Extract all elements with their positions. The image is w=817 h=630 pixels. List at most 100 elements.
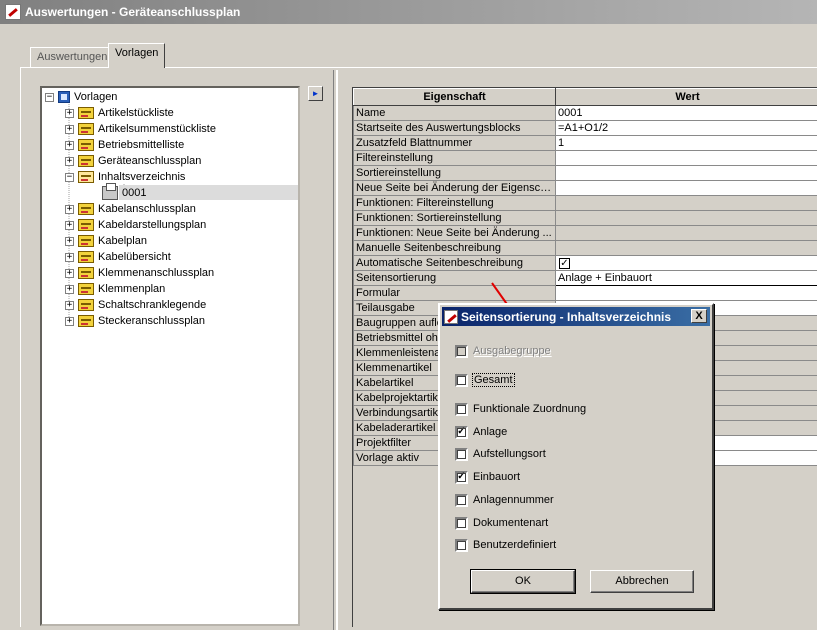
tree-root[interactable]: − Vorlagen — [45, 89, 117, 105]
expand-icon[interactable]: + — [65, 221, 74, 230]
table-row[interactable]: Manuelle Seitenbeschreibung — [354, 241, 817, 256]
table-row[interactable]: Funktionen: Neue Seite bei Änderung ... — [354, 226, 817, 241]
property-value[interactable] — [556, 166, 817, 181]
tree-item-schaltschranklegende[interactable]: + Schaltschranklegende — [65, 297, 206, 313]
tree-item-label: Schaltschranklegende — [98, 299, 206, 311]
table-row[interactable]: SeitensortierungAnlage + Einbauort — [354, 271, 817, 286]
table-row[interactable]: Neue Seite bei Änderung der Eigenschaft — [354, 181, 817, 196]
table-row[interactable]: Funktionen: Sortiereinstellung — [354, 211, 817, 226]
folder-icon — [58, 91, 70, 103]
tree-child-0001[interactable]: 0001 — [102, 185, 146, 201]
option-benutzerdefiniert[interactable]: Benutzerdefiniert — [455, 537, 556, 553]
expand-icon[interactable]: + — [65, 237, 74, 246]
header-wert[interactable]: Wert — [556, 89, 817, 106]
table-row[interactable]: Sortiereinstellung — [354, 166, 817, 181]
expand-icon[interactable]: + — [65, 109, 74, 118]
expand-icon[interactable]: + — [65, 157, 74, 166]
checkbox[interactable] — [455, 403, 468, 416]
template-icon — [78, 203, 94, 215]
checkbox[interactable] — [455, 539, 468, 552]
property-value[interactable] — [556, 151, 817, 166]
expand-icon[interactable]: + — [65, 301, 74, 310]
tab-vorlagen[interactable]: Vorlagen — [108, 43, 165, 68]
option-label: Gesamt — [473, 374, 514, 386]
template-icon — [78, 251, 94, 263]
property-value[interactable] — [556, 226, 817, 241]
tree-item-label: Geräteanschlussplan — [98, 155, 201, 167]
collapse-icon[interactable]: − — [45, 93, 54, 102]
checkbox[interactable] — [455, 494, 468, 507]
table-row[interactable]: Formular — [354, 286, 817, 301]
option-anlagennummer[interactable]: Anlagennummer — [455, 492, 554, 508]
play-arrow-button[interactable]: ► — [308, 86, 323, 101]
window-title-bar[interactable]: Auswertungen - Geräteanschlussplan — [0, 0, 817, 24]
template-tree[interactable]: − Vorlagen + Artikelstückliste + Artikel… — [40, 86, 300, 626]
expand-icon[interactable]: + — [65, 285, 74, 294]
table-row[interactable]: Zusatzfeld Blattnummer1 — [354, 136, 817, 151]
option-label: Dokumentenart — [473, 517, 548, 529]
tree-item-kabeluebersicht[interactable]: + Kabelübersicht — [65, 249, 171, 265]
tree-item-inhaltsverzeichnis[interactable]: − Inhaltsverzeichnis — [65, 169, 185, 185]
tree-item-klemmenanschlussplan[interactable]: + Klemmenanschlussplan — [65, 265, 214, 281]
option-einbauort[interactable]: ✓ Einbauort — [455, 469, 520, 485]
tree-item-label: Klemmenplan — [98, 283, 165, 295]
tree-item-kabelplan[interactable]: + Kabelplan — [65, 233, 147, 249]
option-gesamt[interactable]: Gesamt — [455, 372, 514, 388]
tree-item-steckeranschlussplan[interactable]: + Steckeranschlussplan — [65, 313, 205, 329]
table-row[interactable]: Funktionen: Filtereinstellung — [354, 196, 817, 211]
expand-icon[interactable]: + — [65, 253, 74, 262]
option-aufstellungsort[interactable]: Aufstellungsort — [455, 446, 546, 462]
property-value[interactable] — [556, 241, 817, 256]
property-value[interactable]: 0001 — [556, 106, 817, 121]
tree-item-betriebsmittelliste[interactable]: + Betriebsmittelliste — [65, 137, 184, 153]
option-funktionale-zuordnung[interactable]: Funktionale Zuordnung — [455, 401, 586, 417]
tree-item-geraeteanschlussplan[interactable]: + Geräteanschlussplan — [65, 153, 201, 169]
table-row[interactable]: Filtereinstellung — [354, 151, 817, 166]
tree-item-kabeldarstellungsplan[interactable]: + Kabeldarstellungsplan — [65, 217, 206, 233]
expand-icon[interactable]: + — [65, 125, 74, 134]
tree-item-label: Inhaltsverzeichnis — [98, 171, 185, 183]
tree-item-artikelstueckliste[interactable]: + Artikelstückliste — [65, 105, 174, 121]
close-icon[interactable]: X — [691, 309, 707, 323]
tree-item-kabelanschlussplan[interactable]: + Kabelanschlussplan — [65, 201, 196, 217]
template-icon — [78, 299, 94, 311]
checkbox[interactable] — [455, 374, 468, 387]
property-value-selected[interactable]: Anlage + Einbauort — [556, 271, 817, 286]
template-icon — [78, 219, 94, 231]
dialog-title-bar[interactable]: Seitensortierung - Inhaltsverzeichnis X — [442, 307, 710, 326]
option-dokumentenart[interactable]: Dokumentenart — [455, 515, 548, 531]
expand-icon[interactable]: + — [65, 141, 74, 150]
auto-page-description-checkbox[interactable]: ✓ — [559, 258, 570, 269]
property-value[interactable] — [556, 181, 817, 196]
property-value[interactable]: =A1+O1/2 — [556, 121, 817, 136]
property-name: Neue Seite bei Änderung der Eigenschaft — [354, 181, 556, 196]
option-anlage[interactable]: ✓ Anlage — [455, 424, 507, 440]
tree-item-label: Artikelstückliste — [98, 107, 174, 119]
sort-dialog[interactable]: Seitensortierung - Inhaltsverzeichnis X … — [438, 303, 714, 610]
table-row[interactable]: Startseite des Auswertungsblocks=A1+O1/2 — [354, 121, 817, 136]
template-icon — [78, 107, 94, 119]
ok-button[interactable]: OK — [471, 570, 575, 593]
expand-icon[interactable]: + — [65, 205, 74, 214]
cancel-button[interactable]: Abbrechen — [590, 570, 694, 593]
checkbox-checked[interactable]: ✓ — [455, 426, 468, 439]
tree-item-artikelsummenstueckliste[interactable]: + Artikelsummenstückliste — [65, 121, 216, 137]
property-value[interactable] — [556, 286, 817, 301]
option-label: Aufstellungsort — [473, 448, 546, 460]
checkbox[interactable] — [455, 448, 468, 461]
property-value-checkbox-cell[interactable]: ✓ — [556, 256, 817, 271]
checkbox-checked[interactable]: ✓ — [455, 471, 468, 484]
tree-item-klemmenplan[interactable]: + Klemmenplan — [65, 281, 165, 297]
property-value[interactable] — [556, 196, 817, 211]
tree-item-label: Steckeranschlussplan — [98, 315, 205, 327]
header-eigenschaft[interactable]: Eigenschaft — [354, 89, 556, 106]
checkbox[interactable] — [455, 517, 468, 530]
expand-icon[interactable]: + — [65, 269, 74, 278]
table-row[interactable]: Name0001 — [354, 106, 817, 121]
tab-auswertungen[interactable]: Auswertungen — [30, 47, 114, 68]
property-value[interactable]: 1 — [556, 136, 817, 151]
property-value[interactable] — [556, 211, 817, 226]
collapse-icon[interactable]: − — [65, 173, 74, 182]
table-row[interactable]: Automatische Seitenbeschreibung✓ — [354, 256, 817, 271]
expand-icon[interactable]: + — [65, 317, 74, 326]
